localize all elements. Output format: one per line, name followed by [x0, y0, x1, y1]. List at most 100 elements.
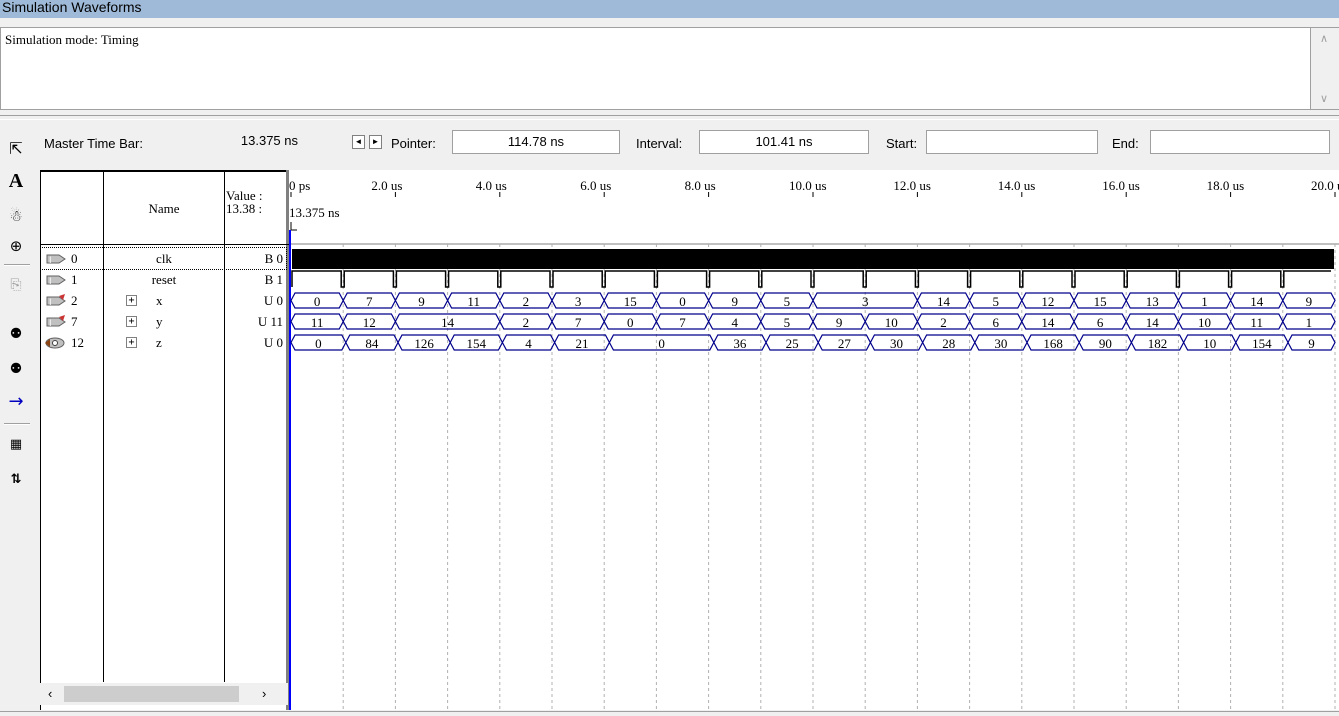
x-bus-segment-value: 14 [1250, 294, 1264, 309]
signal-value: U 0 [263, 293, 283, 308]
panel-divider[interactable] [0, 115, 1339, 120]
name-column-header[interactable]: Name [104, 170, 224, 242]
scroll-right-icon[interactable]: › [262, 686, 266, 701]
y-bus-segment-value: 2 [940, 315, 947, 330]
x-bus-segment-value: 9 [418, 294, 425, 309]
y-bus-segment-value: 6 [1097, 315, 1104, 330]
signal-row[interactable]: I 7 + y U 11 [41, 311, 286, 332]
z-bus-segment-value: 168 [1043, 336, 1063, 351]
z-bus-segment-value: 126 [414, 336, 434, 351]
z-bus-segment-value: 30 [890, 336, 903, 351]
x-bus-segment-value: 0 [314, 294, 321, 309]
x-bus-segment-value: 9 [731, 294, 738, 309]
prev-transition-button[interactable]: ◄ [352, 135, 365, 149]
mode-scrollbar[interactable]: ∧ ∨ [1311, 27, 1339, 110]
go-to-icon[interactable]: → [5, 390, 27, 412]
expand-bus-icon[interactable]: + [126, 295, 137, 306]
signal-row[interactable]: I 0 clk B 0 [40, 247, 287, 270]
find-icon[interactable]: ⚉ [5, 323, 27, 345]
waveform-edit-icon[interactable]: ☃ [5, 205, 27, 227]
x-bus-segment-value: 2 [523, 294, 530, 309]
text-tool-icon[interactable]: A [5, 170, 27, 192]
simulation-mode-text: Simulation mode: Timing [5, 32, 139, 47]
pointer-label: Pointer: [391, 136, 436, 151]
expand-bus-icon[interactable]: + [126, 337, 137, 348]
x-bus-segment-value: 1 [1201, 294, 1208, 309]
ruler-tick-label: 4.0 us [476, 178, 507, 193]
ruler-tick-label: 6.0 us [580, 178, 611, 193]
zoom-icon[interactable]: ⊕ [5, 235, 27, 257]
signal-name: reset [151, 272, 177, 287]
svg-text:I: I [49, 276, 52, 286]
y-bus-segment-value: 7 [575, 315, 582, 330]
clk-waveform [292, 249, 1334, 269]
pointer-tool-icon[interactable]: ⇱ [5, 137, 27, 159]
signal-name: y [156, 314, 163, 329]
scroll-thumb[interactable] [64, 686, 239, 702]
waveform-display[interactable]: 0 ps 2.0 us 4.0 us 6.0 us 8.0 us 10.0 us 12.0 … [289, 170, 1339, 710]
next-transition-button[interactable]: ► [369, 135, 382, 149]
copy-icon[interactable]: ⎘ [5, 274, 27, 296]
scroll-left-icon[interactable]: ‹ [48, 686, 52, 701]
y-bus-segment-value: 10 [885, 315, 898, 330]
ruler-tick-label: 16.0 us [1102, 178, 1140, 193]
z-bus-segment-value: 4 [525, 336, 532, 351]
y-bus-segment-value: 7 [679, 315, 686, 330]
x-bus-segment-value: 13 [1146, 294, 1159, 309]
y-bus-segment-value: 9 [836, 315, 843, 330]
x-bus-segment-value: 3 [862, 294, 869, 309]
z-bus-segment-value: 0 [658, 336, 665, 351]
sort-icon[interactable]: ⇅ [5, 468, 27, 490]
status-strip [0, 711, 1339, 716]
y-bus-segment-value: 0 [627, 315, 634, 330]
pointer-field: 114.78 ns [452, 130, 620, 154]
group-icon[interactable]: ▦ [5, 433, 27, 455]
z-bus-segment-value: 10 [1203, 336, 1216, 351]
y-bus-segment-value: 14 [1146, 315, 1160, 330]
y-bus-segment-value: 11 [1250, 315, 1263, 330]
signal-name: z [156, 335, 162, 350]
x-bus-segment-value: 3 [575, 294, 582, 309]
y-bus-segment-value: 14 [441, 315, 455, 330]
signal-row[interactable]: 12 + z U 0 [41, 332, 286, 353]
header-separator [40, 244, 289, 245]
signal-row[interactable]: I 1 reset B 1 [41, 269, 286, 290]
chevron-up-icon[interactable]: ∧ [1320, 32, 1328, 45]
master-time-bar-field[interactable]: 13.375 ns [172, 130, 302, 154]
y-bus-segment-value: 10 [1198, 315, 1211, 330]
find-next-icon[interactable]: ⚉ [5, 358, 27, 380]
z-bus-segment-value: 182 [1148, 336, 1168, 351]
y-bus-segment-value: 4 [731, 315, 738, 330]
name-pane-scrollbar[interactable]: ‹ › [40, 683, 288, 705]
ruler-tick-label: 14.0 us [998, 178, 1036, 193]
x-bus-segment-value: 15 [624, 294, 637, 309]
signal-value: B 1 [264, 272, 283, 287]
signal-name: clk [156, 251, 172, 266]
z-bus-segment-value: 27 [838, 336, 852, 351]
chevron-down-icon[interactable]: ∨ [1320, 92, 1328, 105]
y-bus-segment-value: 12 [363, 315, 376, 330]
input-pin-icon: I [45, 273, 67, 287]
column-divider-name[interactable] [103, 170, 104, 682]
signal-row[interactable]: I 2 + x U 0 [41, 290, 286, 311]
y-bus-segment-value: 1 [1306, 315, 1313, 330]
z-bus-segment-value: 30 [994, 336, 1007, 351]
column-divider-value[interactable] [224, 170, 225, 682]
z-bus-segment-value: 0 [315, 336, 322, 351]
tool-separator [4, 423, 30, 425]
x-bus-segment-value: 12 [1041, 294, 1054, 309]
value-column-header[interactable]: Value : 13.38 : [226, 189, 288, 215]
master-time-bar-value: 13.375 ns [240, 133, 298, 148]
start-field[interactable] [926, 130, 1098, 154]
end-field[interactable] [1150, 130, 1330, 154]
y-bus-segment-value: 14 [1041, 315, 1055, 330]
expand-bus-icon[interactable]: + [126, 316, 137, 327]
reset-waveform [291, 270, 1331, 288]
x-bus-segment-value: 14 [937, 294, 951, 309]
ruler-tick-label: 18.0 us [1207, 178, 1245, 193]
interval-value: 101.41 ns [755, 134, 813, 149]
ruler-tick-label: 20.0 us [1311, 178, 1339, 193]
simulation-mode-panel: Simulation mode: Timing [0, 27, 1311, 110]
window-title: Simulation Waveforms [0, 0, 1339, 18]
end-label: End: [1112, 136, 1139, 151]
